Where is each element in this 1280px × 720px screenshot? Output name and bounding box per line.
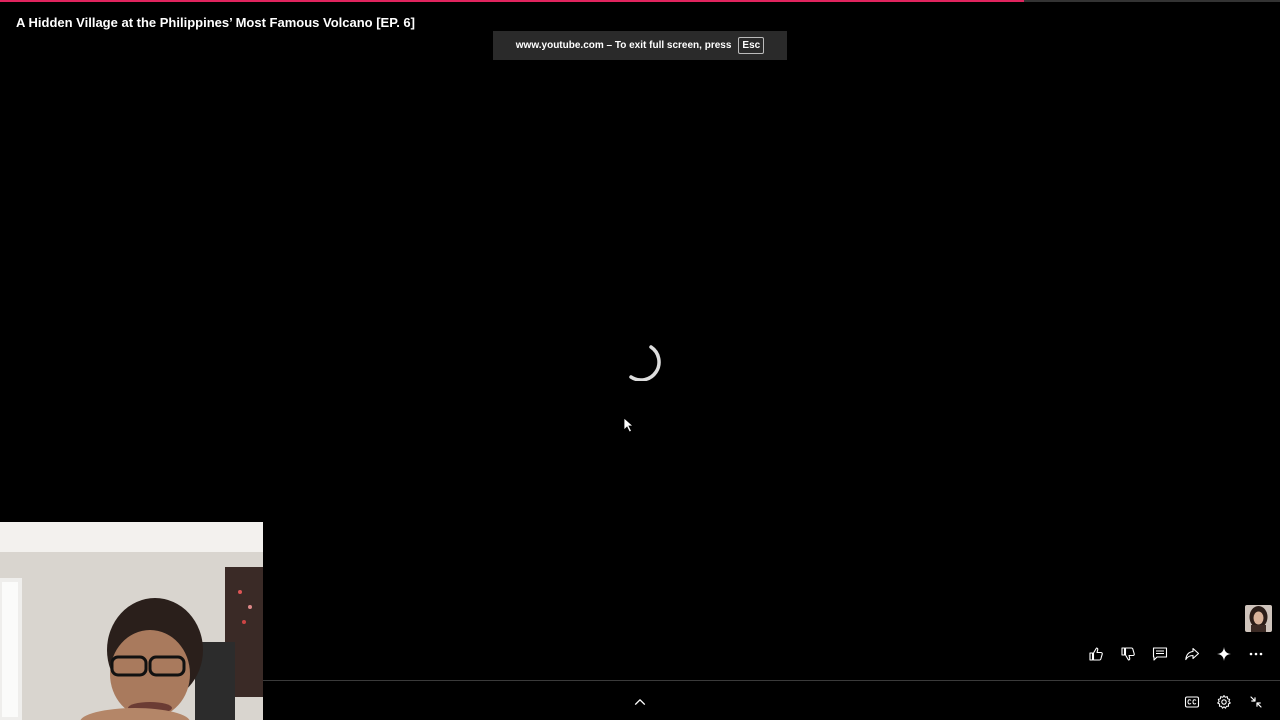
like-button[interactable] (1084, 642, 1108, 666)
captions-button[interactable] (1180, 690, 1204, 714)
thumbs-down-icon (1121, 647, 1135, 661)
esc-key-badge: Esc (738, 37, 765, 54)
exit-fullscreen-button[interactable] (1244, 690, 1268, 714)
chevron-up-icon (634, 699, 646, 705)
expand-controls-button[interactable] (628, 690, 652, 714)
dislike-button[interactable] (1116, 642, 1140, 666)
player-controls-right (1180, 690, 1268, 714)
remix-button[interactable] (1212, 642, 1236, 666)
webcam-feed-image (0, 522, 263, 720)
closed-captions-icon (1184, 696, 1200, 708)
settings-button[interactable] (1212, 690, 1236, 714)
progress-fill (0, 0, 1024, 2)
action-row (1084, 642, 1268, 666)
more-horizontal-icon (1249, 652, 1263, 656)
video-title: A Hidden Village at the Philippines’ Mos… (16, 15, 415, 30)
progress-bar[interactable] (0, 0, 1280, 2)
share-button[interactable] (1180, 642, 1204, 666)
fullscreen-notice-text: www.youtube.com – To exit full screen, p… (515, 40, 732, 51)
comments-button[interactable] (1148, 642, 1172, 666)
mouse-cursor-icon (623, 417, 635, 433)
thumbs-up-icon (1089, 647, 1103, 661)
gear-icon (1217, 695, 1231, 709)
avatar-image (1245, 605, 1272, 632)
comment-icon (1152, 647, 1168, 661)
sparkle-icon (1217, 647, 1231, 661)
loading-spinner-icon (629, 345, 661, 381)
fullscreen-notice: www.youtube.com – To exit full screen, p… (493, 31, 787, 60)
exit-fullscreen-icon (1250, 696, 1262, 708)
video-player[interactable]: A Hidden Village at the Philippines’ Mos… (0, 0, 1280, 720)
webcam-overlay (0, 522, 263, 720)
share-icon (1185, 647, 1200, 661)
channel-avatar[interactable] (1245, 605, 1272, 632)
more-options-button[interactable] (1244, 642, 1268, 666)
controls-divider (263, 680, 1280, 681)
